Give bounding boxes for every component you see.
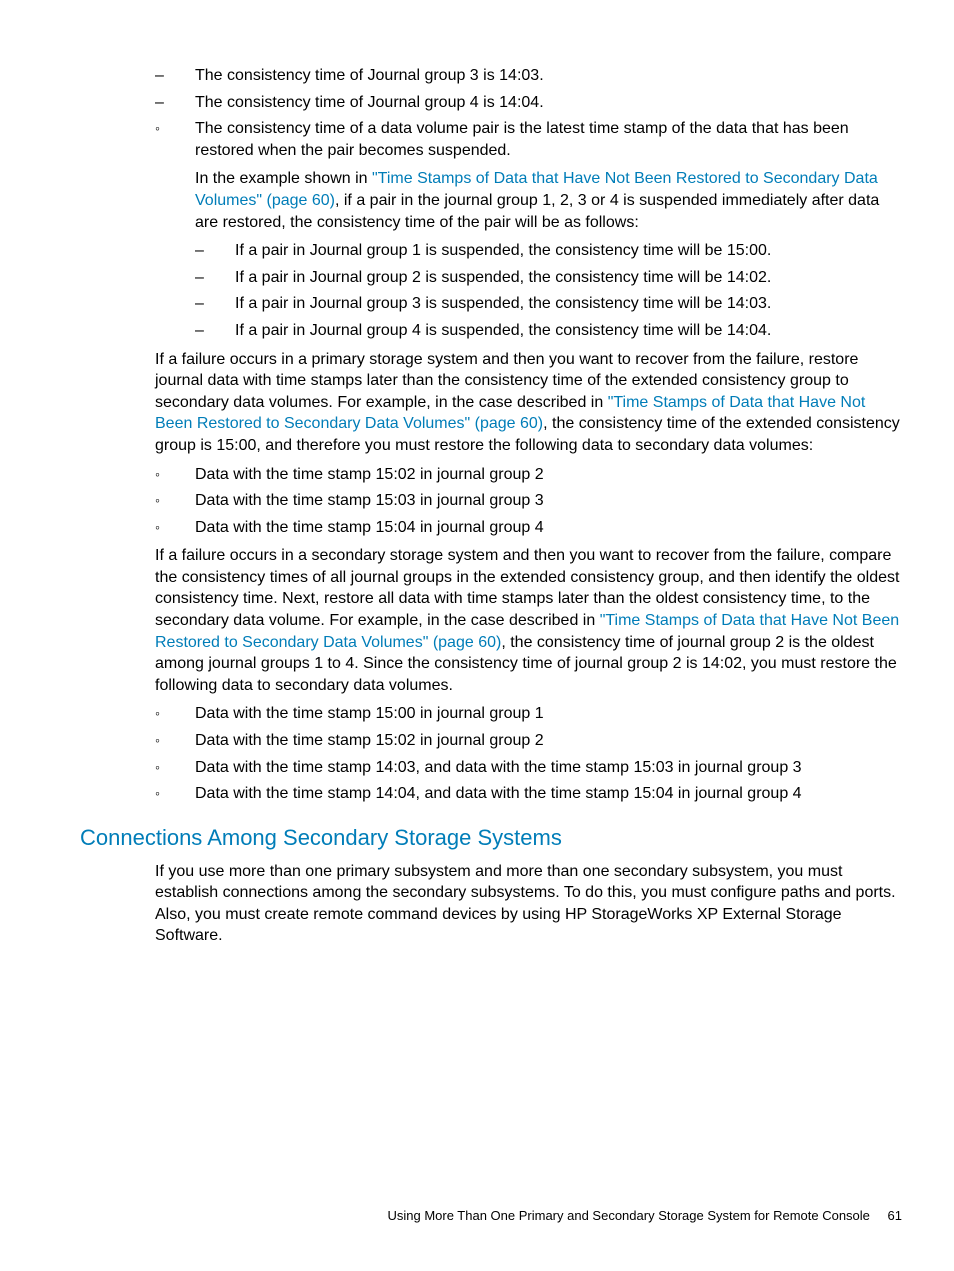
item-text: Data with the time stamp 15:04 in journa… <box>195 519 544 536</box>
item-text: Data with the time stamp 15:03 in journa… <box>195 492 544 509</box>
document-page: The consistency time of Journal group 3 … <box>0 0 954 1271</box>
main-content: The consistency time of Journal group 3 … <box>155 65 902 947</box>
list-item: Data with the time stamp 15:04 in journa… <box>155 517 902 539</box>
list-item: The consistency time of a data volume pa… <box>155 118 902 341</box>
item-paragraph: In the example shown in "Time Stamps of … <box>195 168 902 233</box>
list-item: Data with the time stamp 14:03, and data… <box>155 757 902 779</box>
circle-list-1: The consistency time of a data volume pa… <box>155 118 902 341</box>
item-text: Data with the time stamp 15:00 in journa… <box>195 705 544 722</box>
list-item: If a pair in Journal group 4 is suspende… <box>195 320 902 342</box>
page-footer: Using More Than One Primary and Secondar… <box>387 1207 902 1225</box>
list-item: Data with the time stamp 15:02 in journa… <box>155 464 902 486</box>
list-item: The consistency time of Journal group 3 … <box>155 65 902 87</box>
item-text: If a pair in Journal group 4 is suspende… <box>235 322 771 339</box>
section-heading: Connections Among Secondary Storage Syst… <box>80 823 902 853</box>
item-text: Data with the time stamp 14:03, and data… <box>195 759 802 776</box>
footer-text: Using More Than One Primary and Secondar… <box>387 1208 869 1223</box>
body-paragraph: If a failure occurs in a primary storage… <box>155 349 902 457</box>
top-dash-list: The consistency time of Journal group 3 … <box>155 65 902 113</box>
body-paragraph: If a failure occurs in a secondary stora… <box>155 545 902 696</box>
item-text: Data with the time stamp 15:02 in journa… <box>195 466 544 483</box>
page-number: 61 <box>888 1208 902 1223</box>
circle-list-3: Data with the time stamp 15:00 in journa… <box>155 703 902 804</box>
circle-list-2: Data with the time stamp 15:02 in journa… <box>155 464 902 539</box>
list-item: If a pair in Journal group 2 is suspende… <box>195 267 902 289</box>
item-text: The consistency time of Journal group 3 … <box>195 67 544 84</box>
item-text: If a pair in Journal group 3 is suspende… <box>235 295 771 312</box>
text-run: In the example shown in <box>195 170 372 187</box>
nested-dash-list: If a pair in Journal group 1 is suspende… <box>195 240 902 341</box>
list-item: Data with the time stamp 14:04, and data… <box>155 783 902 805</box>
item-text: If a pair in Journal group 1 is suspende… <box>235 242 771 259</box>
item-text: Data with the time stamp 15:02 in journa… <box>195 732 544 749</box>
list-item: If a pair in Journal group 1 is suspende… <box>195 240 902 262</box>
section-paragraph: If you use more than one primary subsyst… <box>155 861 902 947</box>
list-item: Data with the time stamp 15:00 in journa… <box>155 703 902 725</box>
list-item: The consistency time of Journal group 4 … <box>155 92 902 114</box>
item-text: If a pair in Journal group 2 is suspende… <box>235 269 771 286</box>
list-item: Data with the time stamp 15:02 in journa… <box>155 730 902 752</box>
list-item: Data with the time stamp 15:03 in journa… <box>155 490 902 512</box>
item-text: Data with the time stamp 14:04, and data… <box>195 785 802 802</box>
item-text: The consistency time of a data volume pa… <box>195 120 849 159</box>
item-text: The consistency time of Journal group 4 … <box>195 94 544 111</box>
list-item: If a pair in Journal group 3 is suspende… <box>195 293 902 315</box>
